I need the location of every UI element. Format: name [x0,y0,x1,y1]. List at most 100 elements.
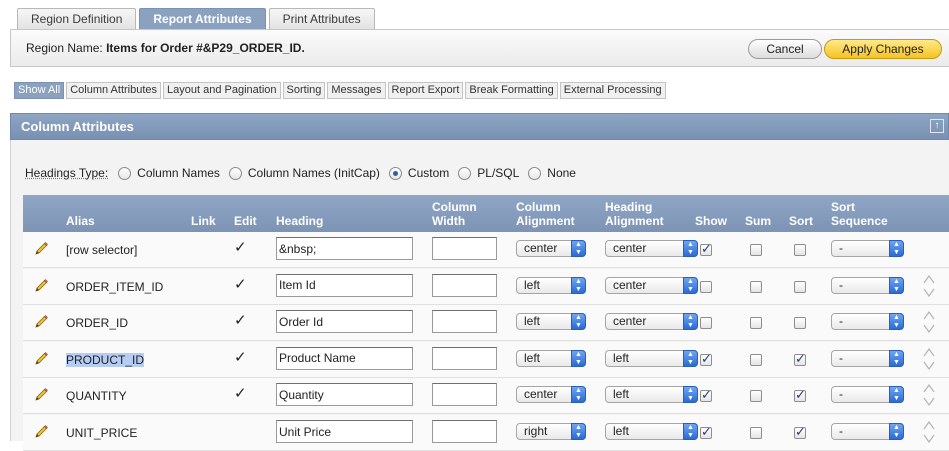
heading-input[interactable] [276,310,413,334]
heading-alignment-select[interactable]: center ▲ ▼ [605,276,698,294]
heading-alignment-header-line2: Alignment [605,214,664,228]
sort-checkbox[interactable] [794,351,806,367]
column-alignment-select[interactable]: center ▲ ▼ [516,386,586,404]
pencil-icon[interactable] [33,351,49,367]
sort-sequence-value: - [839,314,843,329]
column-width-input[interactable] [432,273,497,297]
heading-input[interactable] [276,237,413,260]
radio-custom[interactable] [388,166,402,180]
show-checkbox[interactable] [700,280,712,293]
column-alignment-select[interactable]: left ▲ ▼ [516,276,586,294]
sum-checkbox[interactable] [750,317,762,330]
nav-sorting[interactable]: Sorting [282,82,326,99]
select-arrow-icon: ▲ ▼ [889,349,904,367]
cancel-button[interactable]: Cancel [748,39,822,59]
column-width-input[interactable] [432,420,497,443]
show-checkbox[interactable] [700,351,712,367]
col-alignment-header: Column Alignment [516,200,575,228]
up-down-arrows-icon[interactable] [922,419,936,445]
tab-region-definition[interactable]: Region Definition [17,8,137,30]
column-alias: UNIT_PRICE [66,426,138,440]
pencil-icon[interactable] [33,241,49,257]
column-width-input[interactable] [432,383,497,407]
heading-alignment-value: left [613,424,630,438]
edit-check-icon: ✓ [234,275,247,293]
heading-alignment-value: center [613,241,647,255]
column-alignment-select[interactable]: left ▲ ▼ [516,313,586,331]
nav-layout-and-pagination[interactable]: Layout and Pagination [163,82,281,99]
radio-column-names[interactable] [118,166,132,180]
select-arrow-icon: ▲ ▼ [683,349,698,367]
sum-checkbox[interactable] [750,390,762,403]
sort-sequence-select[interactable]: - ▲ ▼ [831,276,904,294]
column-alignment-select[interactable]: right ▲ ▼ [516,423,586,440]
column-alias: ORDER_ID [66,316,129,331]
sort-checkbox[interactable] [794,387,806,403]
heading-alignment-header: Heading Alignment [605,200,664,228]
sort-sequence-select[interactable]: - ▲ ▼ [831,349,904,367]
tab-report-attributes[interactable]: Report Attributes [139,8,266,30]
col-alignment-header-line2: Alignment [516,214,575,228]
collapse-icon[interactable]: ↑ [930,119,944,133]
heading-alignment-header-line1: Heading [605,200,653,214]
heading-alignment-select[interactable]: center ▲ ▼ [605,313,698,331]
sort-sequence-select[interactable]: - ▲ ▼ [831,386,904,404]
heading-alignment-select[interactable]: center ▲ ▼ [605,240,698,257]
pencil-icon[interactable] [33,387,49,403]
heading-alignment-select[interactable]: left ▲ ▼ [605,386,698,404]
heading-input[interactable] [276,420,413,443]
sort-sequence-select[interactable]: - ▲ ▼ [831,313,904,331]
nav-column-attributes[interactable]: Column Attributes [66,82,162,99]
region-name-label: Region Name: [26,41,103,55]
sum-checkbox[interactable] [750,280,762,293]
show-checkbox[interactable] [700,241,712,257]
up-down-arrows-icon[interactable] [922,382,936,408]
heading-input[interactable] [276,273,413,297]
apply-changes-button[interactable]: Apply Changes [824,39,942,59]
up-down-arrows-icon[interactable] [922,273,936,299]
nav-external-processing[interactable]: External Processing [559,82,666,99]
sort-checkbox[interactable] [794,244,806,256]
column-width-input[interactable] [432,237,497,260]
sort-checkbox[interactable] [794,424,806,440]
show-checkbox[interactable] [700,317,712,330]
radio-none[interactable] [528,166,542,180]
nav-break-formatting[interactable]: Break Formatting [465,82,558,99]
column-width-input[interactable] [432,310,497,334]
table-row: ORDER_ID ✓ left ▲▼ center ▲▼ - ▲▼ [23,305,949,342]
heading-input[interactable] [276,383,413,407]
pencil-icon[interactable] [33,314,49,330]
sort-sequence-select[interactable]: - ▲ ▼ [831,423,904,440]
radio-column-names-initcap[interactable] [228,166,242,180]
column-alignment-select[interactable]: left ▲ ▼ [516,349,586,367]
col-heading-header: Heading [276,214,324,228]
sort-checkbox[interactable] [794,280,806,293]
heading-alignment-select[interactable]: left ▲ ▼ [605,349,698,367]
pencil-icon[interactable] [33,424,49,440]
nav-show-all[interactable]: Show All [14,82,65,99]
tab-print-attributes[interactable]: Print Attributes [268,8,375,30]
radio-column-names-label: Column Names [137,166,220,180]
sum-checkbox[interactable] [750,244,762,256]
sum-checkbox[interactable] [750,353,762,366]
col-width-header: Column Width [432,200,477,228]
sort-sequence-select[interactable]: - ▲ ▼ [831,240,904,257]
column-width-input[interactable] [432,346,497,370]
heading-alignment-select[interactable]: left ▲ ▼ [605,423,698,440]
column-alignment-value: left [524,314,541,329]
up-down-arrows-icon[interactable] [922,346,936,372]
show-checkbox[interactable] [700,387,712,403]
nav-messages[interactable]: Messages [327,82,386,99]
sort-checkbox[interactable] [794,317,806,330]
heading-alignment-value: center [613,314,647,329]
pencil-icon[interactable] [33,278,49,294]
sum-checkbox[interactable] [750,427,762,439]
nav-report-export[interactable]: Report Export [387,82,464,99]
radio-plsql[interactable] [458,166,472,180]
up-down-arrows-icon[interactable] [922,309,936,335]
heading-input[interactable] [276,346,413,370]
radio-column-names-initcap-label: Column Names (InitCap) [247,166,380,180]
sort-sequence-value: - [839,350,843,365]
column-alignment-select[interactable]: center ▲ ▼ [516,240,586,257]
show-checkbox[interactable] [700,424,712,440]
